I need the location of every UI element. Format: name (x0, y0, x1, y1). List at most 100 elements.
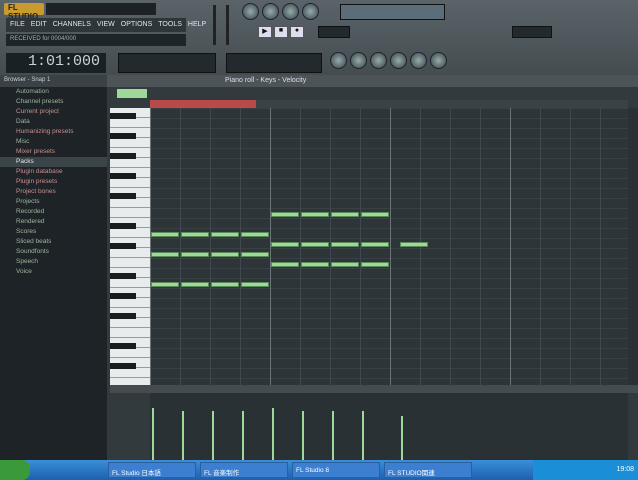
browser-item[interactable]: Plugin database (0, 167, 107, 177)
note-grid[interactable] (150, 108, 628, 385)
note[interactable] (211, 232, 239, 237)
taskbar-item[interactable]: FL 音楽制作 (200, 462, 288, 478)
note[interactable] (181, 252, 209, 257)
black-key[interactable] (110, 153, 136, 159)
tool-knob-icon[interactable] (282, 3, 299, 20)
black-key[interactable] (110, 223, 136, 229)
note[interactable] (400, 242, 428, 247)
note[interactable] (301, 262, 329, 267)
tool-knob-icon[interactable] (242, 3, 259, 20)
note[interactable] (361, 242, 389, 247)
play-button[interactable]: ▶ (258, 26, 272, 38)
browser-item[interactable]: Automation (0, 87, 107, 97)
browser-item[interactable]: Speech (0, 257, 107, 267)
note[interactable] (271, 242, 299, 247)
black-key[interactable] (110, 273, 136, 279)
black-key[interactable] (110, 173, 136, 179)
note[interactable] (151, 232, 179, 237)
velocity-bar[interactable] (302, 410, 304, 460)
window-button-icon[interactable] (430, 52, 447, 69)
note[interactable] (181, 232, 209, 237)
browser-item[interactable]: Plugin presets (0, 177, 107, 187)
velocity-bar[interactable] (362, 410, 364, 460)
note[interactable] (211, 282, 239, 287)
browser-item[interactable]: Scores (0, 227, 107, 237)
horizontal-scrollbar[interactable] (110, 385, 638, 393)
tempo-display[interactable] (318, 26, 350, 38)
menu-tools[interactable]: TOOLS (158, 21, 182, 29)
black-key[interactable] (110, 243, 136, 249)
menu-channels[interactable]: CHANNELS (53, 21, 91, 29)
note[interactable] (331, 262, 359, 267)
start-button[interactable] (0, 460, 30, 480)
browser-item[interactable]: Current project (0, 107, 107, 117)
stop-button[interactable]: ■ (274, 26, 288, 38)
menu-options[interactable]: OPTIONS (121, 21, 153, 29)
note[interactable] (271, 212, 299, 217)
black-key[interactable] (110, 193, 136, 199)
menu-edit[interactable]: EDIT (31, 21, 47, 29)
note[interactable] (241, 282, 269, 287)
menu-help[interactable]: HELP (188, 21, 206, 29)
note[interactable] (241, 252, 269, 257)
browser-item[interactable]: Soundfonts (0, 247, 107, 257)
browser-item[interactable]: Packs (0, 157, 107, 167)
black-key[interactable] (110, 363, 136, 369)
black-key[interactable] (110, 133, 136, 139)
menu-view[interactable]: VIEW (97, 21, 115, 29)
window-button-icon[interactable] (410, 52, 427, 69)
taskbar-item[interactable]: FL STUDIO関連 (384, 462, 472, 478)
note[interactable] (361, 262, 389, 267)
taskbar-item[interactable]: FL Studio 8 (292, 462, 380, 478)
velocity-bar[interactable] (332, 410, 334, 460)
note[interactable] (331, 242, 359, 247)
window-button-icon[interactable] (350, 52, 367, 69)
browser-item[interactable]: Misc (0, 137, 107, 147)
window-button-icon[interactable] (370, 52, 387, 69)
black-key[interactable] (110, 113, 136, 119)
browser-item[interactable]: Sliced beats (0, 237, 107, 247)
browser-item[interactable]: Project bones (0, 187, 107, 197)
menu-file[interactable]: FILE (10, 21, 25, 29)
note[interactable] (211, 252, 239, 257)
browser-item[interactable]: Mixer presets (0, 147, 107, 157)
black-key[interactable] (110, 343, 136, 349)
record-button[interactable]: ● (290, 26, 304, 38)
master-volume[interactable] (118, 53, 216, 73)
note[interactable] (181, 282, 209, 287)
pitch-slider[interactable] (226, 5, 229, 45)
browser-item[interactable]: Voice (0, 267, 107, 277)
velocity-bar[interactable] (152, 407, 154, 460)
note[interactable] (301, 242, 329, 247)
pattern-tab[interactable] (117, 89, 147, 98)
velocity-bar[interactable] (212, 410, 214, 460)
velocity-bar[interactable] (182, 410, 184, 460)
velocity-bar[interactable] (272, 407, 274, 460)
note[interactable] (361, 212, 389, 217)
velocity-bar[interactable] (401, 416, 403, 460)
velocity-lane[interactable] (150, 393, 628, 460)
window-button-icon[interactable] (390, 52, 407, 69)
tool-knob-icon[interactable] (302, 3, 319, 20)
note[interactable] (151, 282, 179, 287)
pattern-selector[interactable] (512, 26, 552, 38)
browser-item[interactable]: Data (0, 117, 107, 127)
piano-keyboard[interactable] (110, 108, 150, 385)
note[interactable] (241, 232, 269, 237)
black-key[interactable] (110, 293, 136, 299)
timeline[interactable] (150, 100, 628, 108)
taskbar-item[interactable]: FL Studio 日本語 (108, 462, 196, 478)
tool-knob-icon[interactable] (262, 3, 279, 20)
note[interactable] (331, 212, 359, 217)
browser-item[interactable]: Humanizing presets (0, 127, 107, 137)
window-button-icon[interactable] (330, 52, 347, 69)
browser-item[interactable]: Recorded (0, 207, 107, 217)
browser-item[interactable]: Projects (0, 197, 107, 207)
note[interactable] (301, 212, 329, 217)
note[interactable] (151, 252, 179, 257)
black-key[interactable] (110, 313, 136, 319)
note[interactable] (271, 262, 299, 267)
browser-item[interactable]: Rendered (0, 217, 107, 227)
browser-item[interactable]: Channel presets (0, 97, 107, 107)
velocity-bar[interactable] (242, 410, 244, 460)
